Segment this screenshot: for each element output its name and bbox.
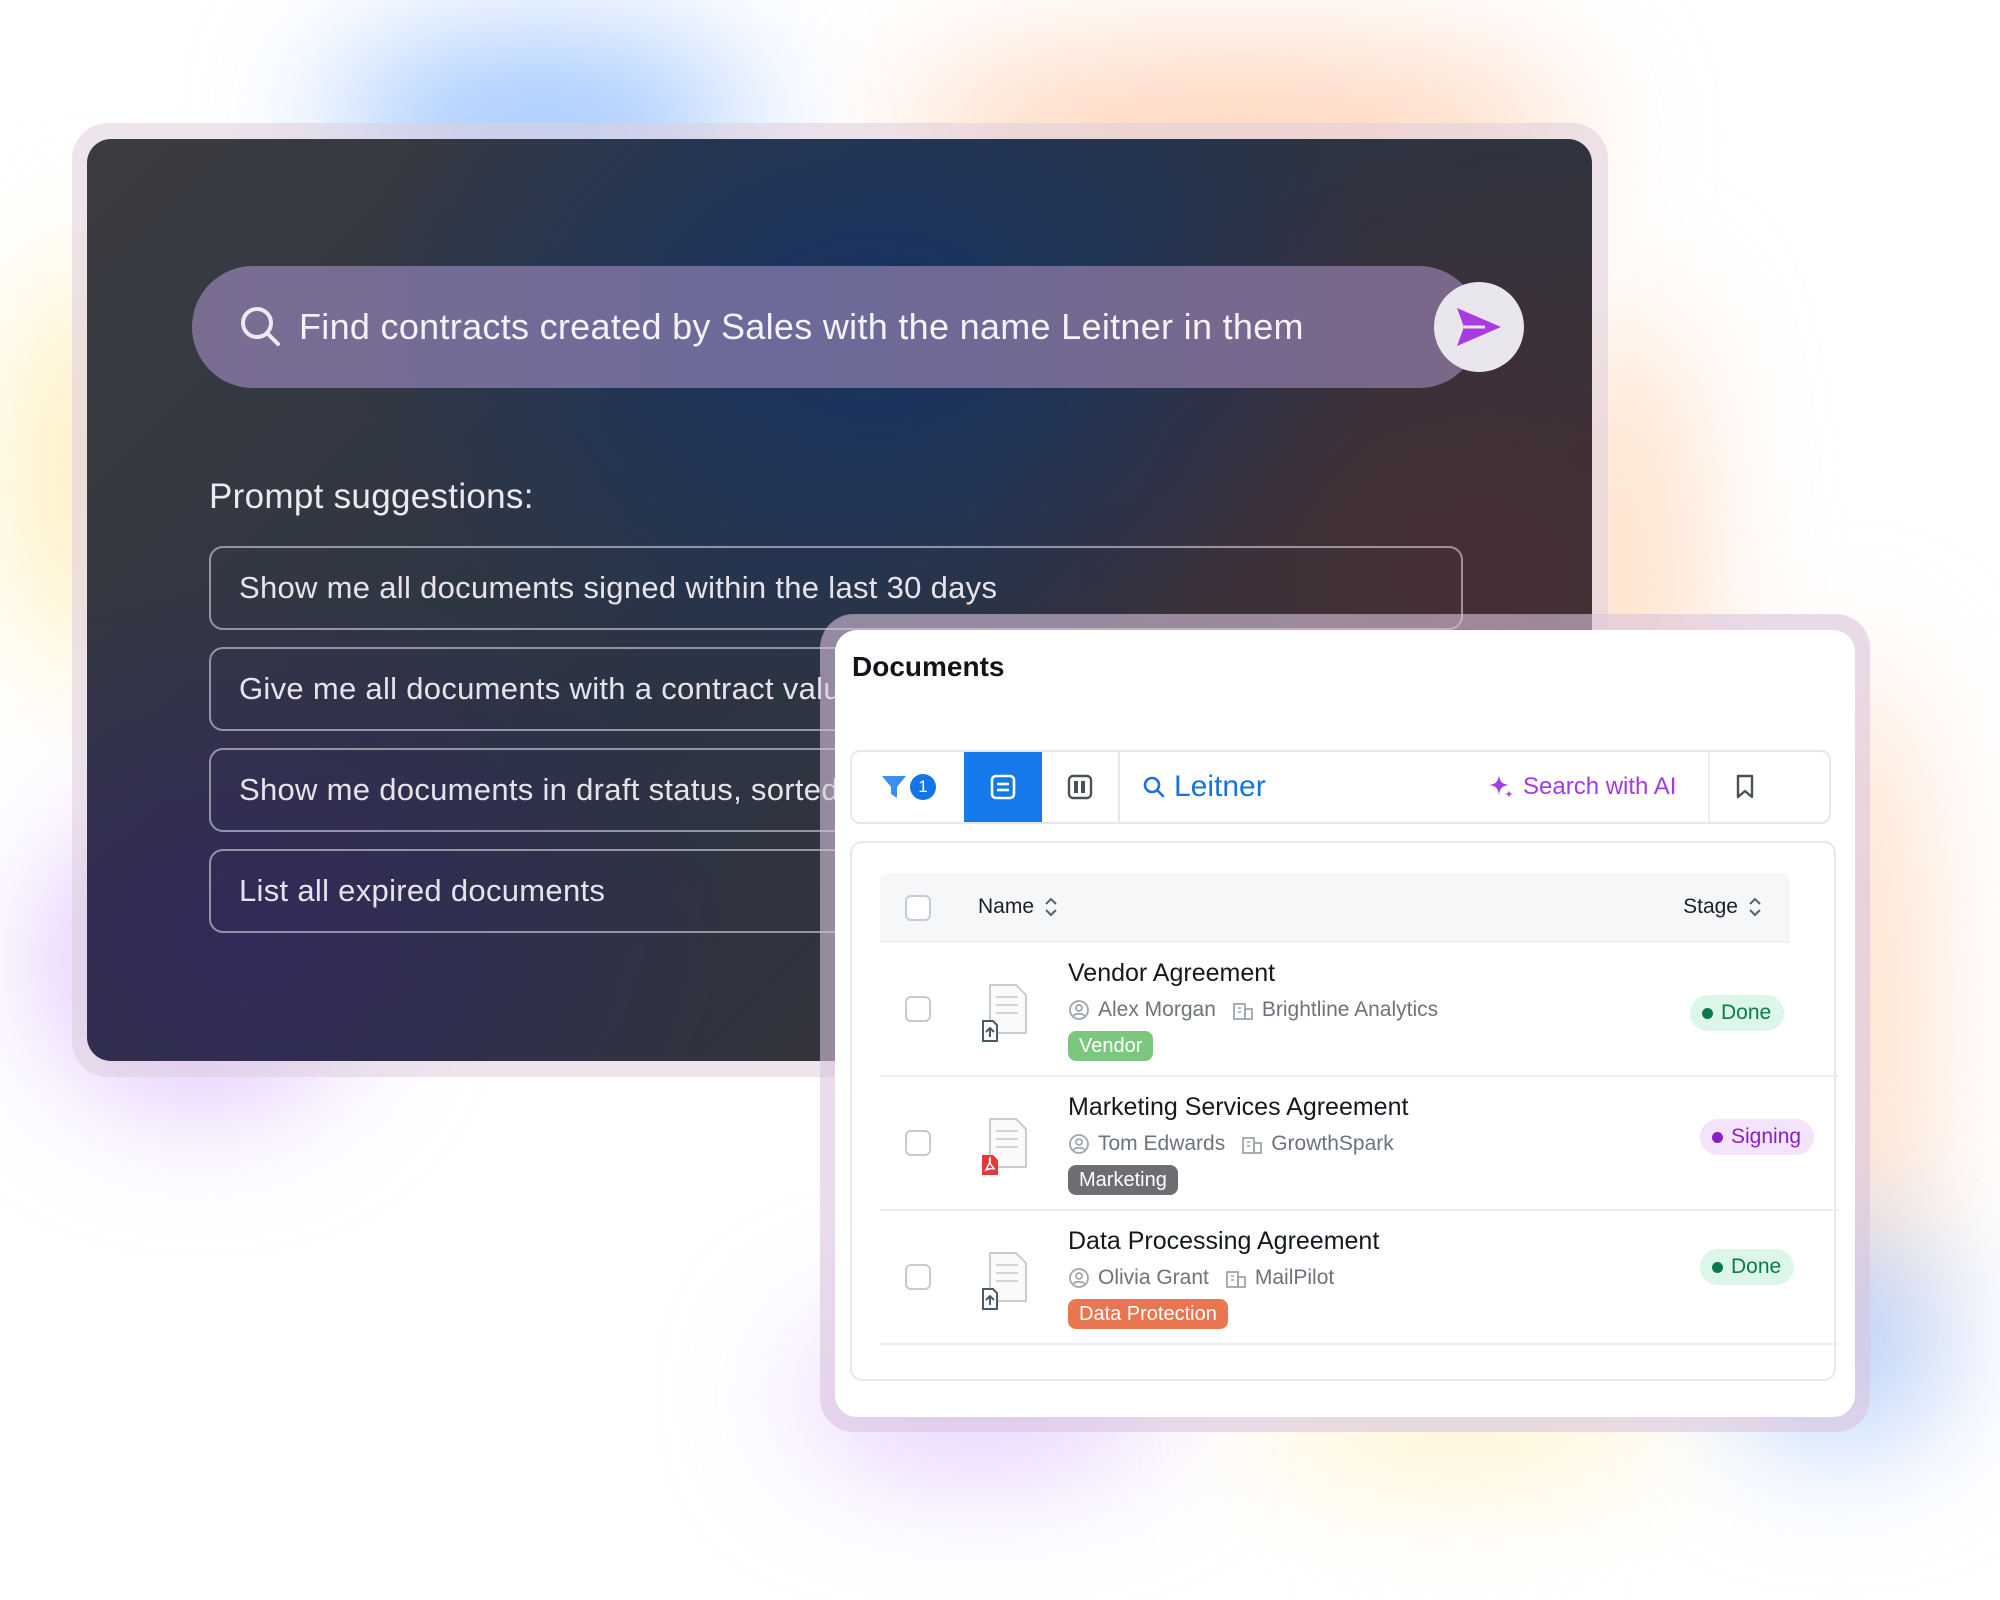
table-header: Name Stage (880, 873, 1790, 943)
prompt-suggestions-heading: Prompt suggestions: (209, 477, 534, 516)
building-icon (1242, 1137, 1263, 1154)
search-with-ai-label: Search with AI (1523, 773, 1677, 800)
bookmark-icon (1736, 774, 1754, 799)
filter-icon (882, 776, 906, 798)
building-icon (1225, 1271, 1246, 1288)
canvas: Find contracts created by Sales with the… (0, 0, 2000, 1600)
row-checkbox[interactable] (905, 1130, 931, 1156)
list-view-icon (990, 774, 1016, 800)
search-value[interactable]: Leitner (1174, 770, 1266, 804)
stage-badge: Done (1690, 995, 1785, 1031)
search-query[interactable]: Find contracts created by Sales with the… (299, 266, 1304, 388)
stage-badge: Signing (1700, 1119, 1815, 1155)
user-icon (1069, 1134, 1089, 1154)
upload-file-icon (982, 1252, 1027, 1310)
stage-label: Signing (1731, 1125, 1802, 1148)
user-icon (1069, 1000, 1089, 1020)
sort-icon (1045, 897, 1057, 917)
send-button[interactable] (1434, 282, 1524, 372)
search-icon (1143, 776, 1165, 798)
bookmark-button[interactable] (1708, 752, 1780, 822)
send-icon (1457, 308, 1501, 346)
pdf-file-icon (982, 1118, 1027, 1175)
search-icon (241, 307, 280, 346)
status-dot (1702, 1007, 1713, 1019)
column-name-label: Name (978, 895, 1035, 918)
column-header-stage[interactable]: Stage (1683, 895, 1762, 919)
sparkle-icon (1489, 775, 1513, 798)
board-view-toggle[interactable] (1042, 752, 1120, 822)
documents-panel: Documents 1 Leitner Search with AI Name … (835, 630, 1855, 1417)
document-company: Brightline Analytics (1261, 998, 1439, 1021)
document-title[interactable]: Data Processing Agreement (1068, 1227, 1379, 1256)
user-icon (1069, 1268, 1089, 1288)
document-owner: Tom Edwards (1098, 1132, 1226, 1155)
row-checkbox[interactable] (905, 1264, 931, 1290)
document-meta: Tom Edwards GrowthSpark (1068, 1132, 1394, 1156)
building-icon (1232, 1003, 1253, 1020)
table-row[interactable]: Marketing Services Agreement Tom Edwards… (880, 1077, 1838, 1211)
row-checkbox[interactable] (905, 996, 931, 1022)
document-title[interactable]: Vendor Agreement (1068, 959, 1275, 988)
ai-search-bar[interactable]: Find contracts created by Sales with the… (192, 266, 1524, 388)
documents-toolbar: 1 Leitner Search with AI (850, 750, 1831, 824)
document-tag: Marketing (1068, 1165, 1178, 1195)
documents-search-input[interactable]: Leitner (1142, 752, 1266, 822)
upload-file-icon (982, 984, 1027, 1042)
document-company: MailPilot (1254, 1266, 1335, 1289)
stage-badge: Done (1700, 1249, 1795, 1285)
document-meta: Olivia Grant MailPilot (1068, 1266, 1334, 1290)
filter-button[interactable]: 1 (852, 752, 964, 822)
table-row[interactable]: Vendor Agreement Alex Morgan Brightline … (880, 943, 1838, 1077)
search-with-ai-button[interactable]: Search with AI (1487, 752, 1676, 822)
filter-count-badge: 1 (910, 774, 936, 800)
column-stage-label: Stage (1683, 895, 1738, 918)
document-owner: Alex Morgan (1098, 998, 1216, 1021)
documents-table: Name Stage Vendor Agreement Alex Morgan … (850, 841, 1838, 1381)
document-company: GrowthSpark (1271, 1132, 1394, 1155)
status-dot (1712, 1261, 1723, 1273)
board-view-icon (1067, 774, 1093, 800)
document-tag: Data Protection (1068, 1299, 1228, 1329)
table-row[interactable]: Data Processing Agreement Olivia Grant M… (880, 1211, 1838, 1345)
sort-icon (1749, 897, 1761, 917)
select-all-checkbox[interactable] (905, 895, 931, 921)
document-meta: Alex Morgan Brightline Analytics (1068, 998, 1438, 1022)
stage-label: Done (1731, 1255, 1782, 1278)
status-dot (1712, 1131, 1723, 1143)
document-title[interactable]: Marketing Services Agreement (1068, 1093, 1408, 1122)
stage-label: Done (1721, 1001, 1772, 1024)
column-header-name[interactable]: Name (978, 895, 1058, 919)
documents-title: Documents (852, 651, 1005, 682)
document-owner: Olivia Grant (1098, 1266, 1209, 1289)
list-view-toggle[interactable] (964, 752, 1042, 822)
document-tag: Vendor (1068, 1031, 1154, 1061)
